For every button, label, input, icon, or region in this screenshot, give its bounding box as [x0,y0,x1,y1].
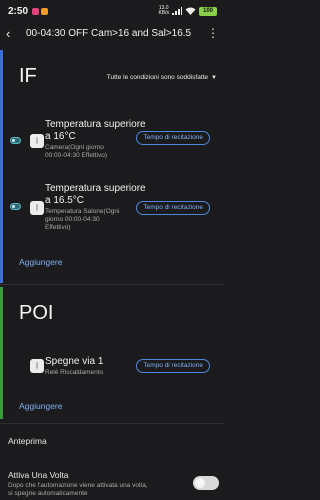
run-once-label: Attiva Una Volta [8,470,69,480]
add-condition-link[interactable]: Aggiungere [19,257,62,267]
condition-subtitle: Temperatura Salone(Ogni giorno 00:00-04:… [45,208,120,231]
thermometer-device-icon [30,201,44,215]
wifi-icon [185,7,196,15]
notification-app-icon [32,7,40,15]
if-condition-row[interactable]: Temperatura superiore a 16.5°C Temperatu… [10,182,220,238]
notification-icons [32,7,49,15]
if-condition-row[interactable]: Temperatura superiore a 16°C Camera(Ogni… [10,118,220,168]
preview-link[interactable]: Anteprima [8,436,47,446]
status-bar: 2:50 13.0 KB/s 100 [0,0,225,22]
network-speed-unit: KB/s [158,10,169,16]
run-once-toggle[interactable] [193,476,219,490]
relay-device-icon [30,359,44,373]
condition-link-icon [10,137,21,144]
page-title: 00-04:30 OFF Cam>16 and Sal>16.5 [26,27,192,39]
action-time-button[interactable]: Tempo di recitazione [136,359,210,373]
condition-title: Temperatura superiore a 16°C [45,119,146,142]
action-subtitle: Relè Riscaldamento [45,369,104,376]
signal-icon [172,7,182,15]
notification-app-icon [41,7,49,15]
action-time-button[interactable]: Tempo di recitazione [136,201,210,215]
add-action-link[interactable]: Aggiungere [19,401,62,411]
thermometer-device-icon [30,134,44,148]
if-section-accent-bar [0,50,3,283]
condition-link-icon [10,203,21,210]
condition-subtitle: Camera(Ogni giorno 00:00-04:30 Effettivo… [45,144,108,159]
section-divider [0,423,225,424]
if-heading: IF [19,65,37,87]
battery-icon: 100 [199,6,217,16]
action-time-button[interactable]: Tempo di recitazione [136,131,210,145]
toggle-knob [195,478,205,488]
status-right: 13.0 KB/s 100 [158,6,217,16]
network-speed: 13.0 KB/s [158,6,169,16]
app-bar: ‹ 00-04:30 OFF Cam>16 and Sal>16.5 ⋮ [0,22,225,44]
conditions-dropdown-label: Tutte le condizioni sono soddisfatte [106,74,209,81]
status-time: 2:50 [8,5,29,17]
run-once-description: Dopo che l'automazione viene attivata un… [8,482,148,497]
then-section-accent-bar [0,287,3,419]
action-title: Spegne via 1 [45,356,104,367]
condition-title: Temperatura superiore a 16.5°C [45,183,146,206]
conditions-dropdown[interactable]: Tutte le condizioni sono soddisfatte ▼ [107,74,217,81]
more-options-icon[interactable]: ⋮ [207,26,219,40]
then-heading: POI [19,302,54,324]
then-action-row[interactable]: Spegne via 1 Relè Riscaldamento Tempo di… [10,354,220,382]
dropdown-caret-icon: ▼ [211,74,217,81]
back-arrow-icon[interactable]: ‹ [6,26,18,41]
section-divider [0,284,225,285]
